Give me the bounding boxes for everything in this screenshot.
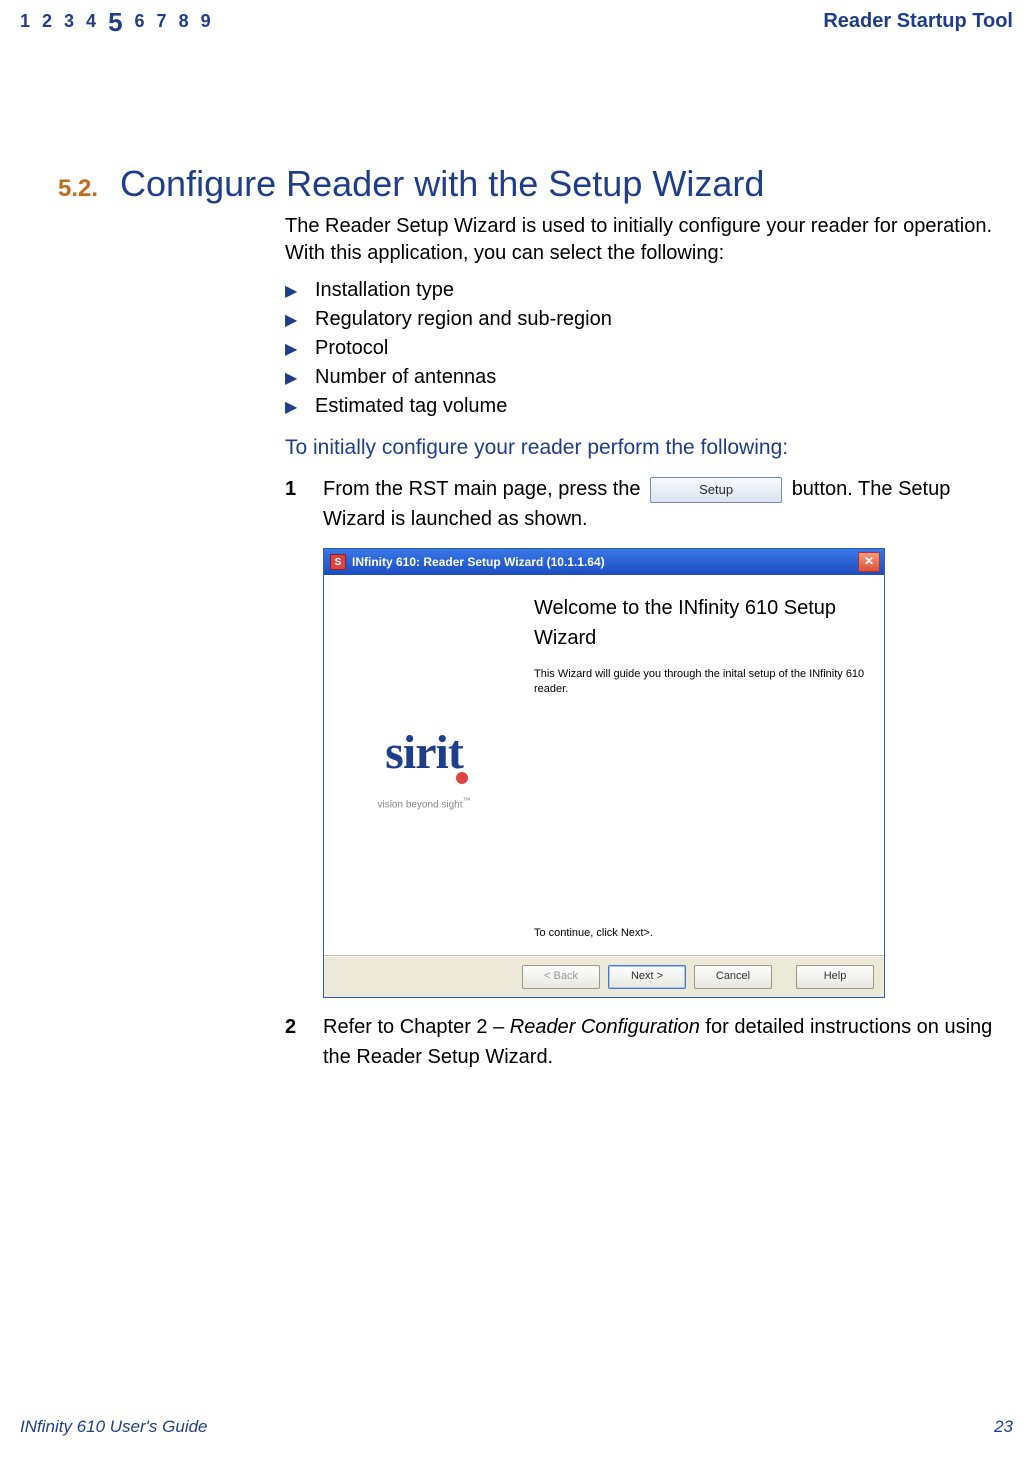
reader-config-link[interactable]: Reader Configuration: [510, 1016, 700, 1038]
bullet-text: Number of antennas: [315, 366, 496, 389]
wizard-description: This Wizard will guide you through the i…: [534, 667, 870, 697]
back-button: < Back: [522, 965, 600, 989]
logo-dot-icon: [456, 772, 468, 784]
bullet-text: Regulatory region and sub-region: [315, 308, 612, 331]
chapter-7[interactable]: 7: [157, 11, 167, 32]
chevron-icon: ▶: [285, 339, 299, 359]
wizard-titlebar: S INfinity 610: Reader Setup Wizard (10.…: [324, 549, 884, 575]
wizard-branding: sirit vision beyond sight™: [324, 575, 524, 955]
wizard-welcome: Welcome to the INfinity 610 Setup Wizard: [534, 593, 870, 653]
wizard-dialog: S INfinity 610: Reader Setup Wizard (10.…: [323, 548, 885, 998]
chapter-6[interactable]: 6: [135, 11, 145, 32]
chevron-icon: ▶: [285, 281, 299, 301]
page-header: 1 2 3 4 5 6 7 8 9 Reader Startup Tool: [20, 10, 1013, 33]
list-item: ▶ Regulatory region and sub-region: [285, 308, 993, 331]
sirit-logo: sirit: [385, 717, 463, 789]
chapter-8[interactable]: 8: [179, 11, 189, 32]
section-title: Configure Reader with the Setup Wizard: [120, 163, 764, 205]
chapter-9[interactable]: 9: [201, 11, 211, 32]
chapter-1[interactable]: 1: [20, 11, 30, 32]
chapter-nav: 1 2 3 4 5 6 7 8 9: [20, 11, 211, 32]
page-footer: INfinity 610 User's Guide 23: [20, 1417, 1013, 1437]
page-number: 23: [994, 1417, 1013, 1437]
wizard-title: INfinity 610: Reader Setup Wizard (10.1.…: [352, 553, 605, 571]
intro-paragraph: The Reader Setup Wizard is used to initi…: [285, 213, 993, 267]
chapter-4[interactable]: 4: [86, 11, 96, 32]
help-button[interactable]: Help: [796, 965, 874, 989]
chevron-icon: ▶: [285, 368, 299, 388]
step-number: 2: [285, 1012, 301, 1072]
setup-button[interactable]: Setup: [650, 477, 782, 503]
wizard-button-bar: < Back Next > Cancel Help: [324, 956, 884, 997]
sub-heading: To initially configure your reader perfo…: [285, 436, 993, 460]
bullet-text: Estimated tag volume: [315, 395, 507, 418]
app-icon: S: [330, 554, 346, 570]
step-1: 1 From the RST main page, press the Setu…: [285, 474, 993, 998]
logo-tagline: vision beyond sight™: [377, 795, 470, 812]
chevron-icon: ▶: [285, 397, 299, 417]
list-item: ▶ Installation type: [285, 279, 993, 302]
bullet-list: ▶ Installation type ▶ Regulatory region an…: [285, 279, 993, 418]
section-number: 5.2.: [58, 175, 98, 203]
list-item: ▶ Number of antennas: [285, 366, 993, 389]
chapter-5-current: 5: [108, 13, 122, 34]
footer-left: INfinity 610 User's Guide: [20, 1417, 208, 1437]
list-item: ▶ Protocol: [285, 337, 993, 360]
wizard-continue-hint: To continue, click Next>.: [534, 925, 870, 942]
step-body: From the RST main page, press the Setup …: [323, 474, 993, 998]
chapter-2[interactable]: 2: [42, 11, 52, 32]
step-text-before: From the RST main page, press the: [323, 478, 641, 500]
chevron-icon: ▶: [285, 310, 299, 330]
step-text-before: Refer to Chapter 2 –: [323, 1016, 510, 1038]
chapter-3[interactable]: 3: [64, 11, 74, 32]
header-title: Reader Startup Tool: [823, 10, 1013, 33]
step-2: 2 Refer to Chapter 2 – Reader Configurat…: [285, 1012, 993, 1072]
step-body: Refer to Chapter 2 – Reader Configuratio…: [323, 1012, 993, 1072]
cancel-button[interactable]: Cancel: [694, 965, 772, 989]
bullet-text: Installation type: [315, 279, 454, 302]
bullet-text: Protocol: [315, 337, 388, 360]
next-button[interactable]: Next >: [608, 965, 686, 989]
list-item: ▶ Estimated tag volume: [285, 395, 993, 418]
close-icon[interactable]: ✕: [858, 552, 880, 572]
step-number: 1: [285, 474, 301, 998]
